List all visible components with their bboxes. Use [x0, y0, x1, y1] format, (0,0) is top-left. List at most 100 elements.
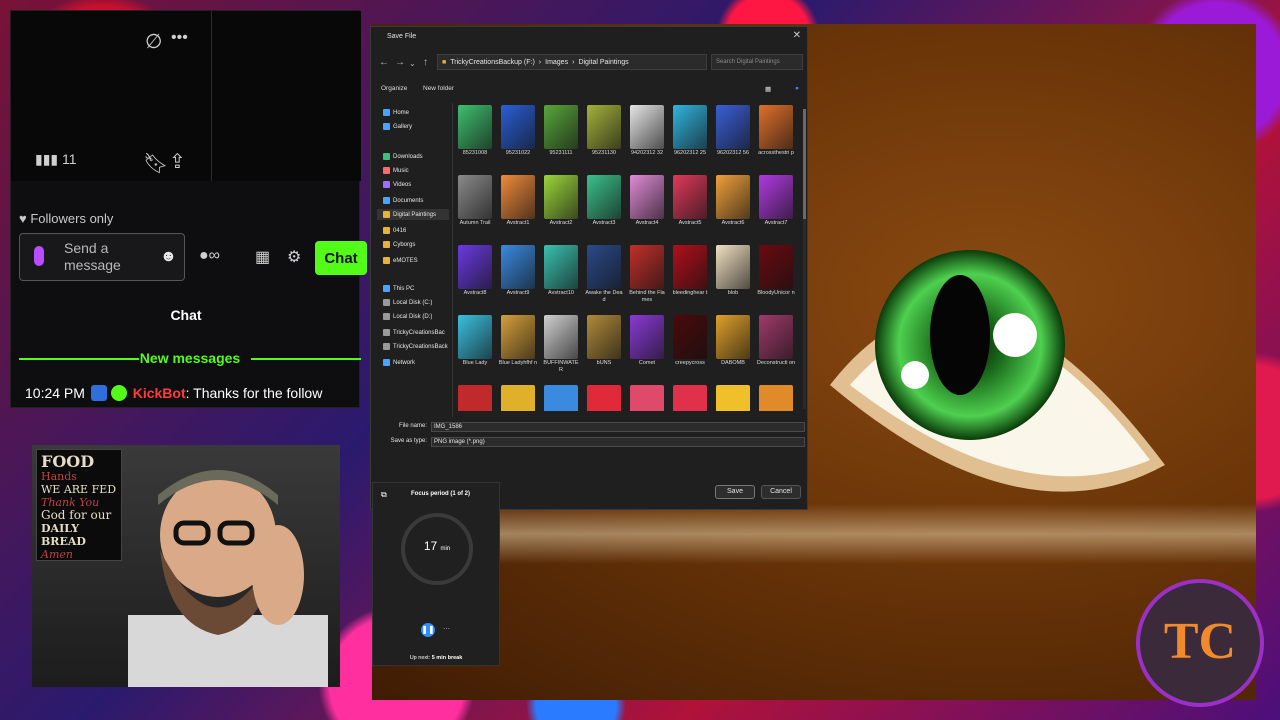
scrollbar-thumb[interactable] [803, 109, 806, 219]
sidebar-item[interactable]: Network [383, 357, 415, 368]
file-item[interactable]: Avstract6 [713, 175, 753, 227]
close-icon[interactable]: ✕ [793, 30, 801, 41]
gift-icon[interactable]: ▦ [255, 247, 270, 267]
sidebar-item[interactable]: Gallery [383, 121, 412, 132]
file-item[interactable]: 95231111 [541, 105, 581, 157]
cancel-button[interactable]: Cancel [761, 485, 801, 499]
file-item[interactable]: Autumn Trail [455, 175, 495, 227]
image-thumbnail[interactable] [759, 385, 793, 411]
new-messages-label[interactable]: New messages [19, 350, 361, 366]
image-thumbnail[interactable] [630, 385, 664, 411]
file-item[interactable]: bleedinghear t [670, 245, 710, 297]
file-item[interactable]: Avstract8 [455, 245, 495, 297]
file-item[interactable]: Comet [627, 315, 667, 367]
folder-icon [383, 343, 390, 350]
sidebar-item[interactable]: Local Disk (C:) [383, 297, 432, 308]
folder-icon [383, 123, 390, 130]
file-item[interactable]: Blue Lady [455, 315, 495, 367]
file-item[interactable]: Avstract4 [627, 175, 667, 227]
dialog-title: Save File [387, 33, 417, 40]
file-item[interactable]: Avstract7 [756, 175, 796, 227]
file-item[interactable]: Avstract10 [541, 245, 581, 297]
file-item[interactable]: 95231022 [498, 105, 538, 157]
sidebar-item[interactable]: TrickyCreationsBack [383, 341, 448, 352]
file-item[interactable]: BloodyUnicor n [756, 245, 796, 297]
sidebar-item[interactable]: Local Disk (D:) [383, 311, 432, 322]
file-item[interactable]: acrossthestri p [756, 105, 796, 157]
share-icon[interactable]: ⇪ [169, 149, 186, 174]
chat-send-button[interactable]: Chat [315, 241, 367, 275]
sidebar-item[interactable]: Music [383, 165, 409, 176]
image-thumbnail[interactable] [544, 385, 578, 411]
image-thumbnail[interactable] [458, 385, 492, 411]
search-input[interactable]: Search Digital Paintings [711, 54, 803, 70]
file-item[interactable]: 95231130 [584, 105, 624, 157]
emoji-icon[interactable]: ☻ [160, 248, 177, 266]
file-item[interactable]: Avstract9 [498, 245, 538, 297]
pause-button[interactable]: ❚❚ [421, 623, 435, 637]
mic-icon[interactable] [34, 246, 44, 266]
file-item[interactable]: 96202312 56 [713, 105, 753, 157]
file-item[interactable]: Avstract2 [541, 175, 581, 227]
image-thumbnail[interactable] [587, 385, 621, 411]
sidebar-item[interactable]: Digital Paintings [377, 209, 449, 220]
folder-icon [383, 359, 390, 366]
folder-icon [383, 241, 390, 248]
slash-icon[interactable]: ∅ [145, 29, 162, 54]
scrollbar[interactable] [803, 109, 806, 409]
chevron-down-icon[interactable]: ⌄ [409, 59, 416, 68]
help-icon[interactable]: ● [795, 85, 799, 92]
bookmark-icon[interactable]: 🔖︎ [143, 151, 168, 176]
breadcrumb-images[interactable]: Images [545, 59, 568, 66]
file-name: acrossthestri p [758, 150, 794, 156]
back-icon[interactable]: ← [379, 57, 389, 68]
sidebar-item-label: Local Disk (C:) [393, 299, 433, 306]
file-item[interactable]: Avstract1 [498, 175, 538, 227]
file-item[interactable]: 85231008 [455, 105, 495, 157]
file-item[interactable]: blob [713, 245, 753, 297]
new-folder-button[interactable]: New folder [423, 85, 454, 92]
up-icon[interactable]: ↑ [423, 57, 428, 68]
file-item[interactable]: Deconstructi on [756, 315, 796, 367]
address-bar[interactable]: ■ TrickyCreationsBackup (F:) › Images › Di… [437, 54, 707, 70]
file-item[interactable]: Avstract3 [584, 175, 624, 227]
sidebar-item[interactable]: Documents [383, 195, 423, 206]
file-item[interactable]: 96202312 25 [670, 105, 710, 157]
file-item[interactable]: Behind the Flames [627, 245, 667, 303]
file-item[interactable]: 94202312 32 [627, 105, 667, 157]
save-type-select[interactable]: PNG image (*.png) [431, 437, 805, 447]
folder-icon [383, 153, 390, 160]
file-item[interactable]: bUNS [584, 315, 624, 367]
file-item[interactable]: Avstract5 [670, 175, 710, 227]
sidebar-item[interactable]: Cyborgs [383, 239, 415, 250]
sidebar-item[interactable]: This PC [383, 283, 414, 294]
file-item[interactable]: creepycross [670, 315, 710, 367]
send-message-input[interactable]: Send a message ☻ [19, 233, 185, 281]
more-icon[interactable]: ••• [171, 29, 188, 47]
sidebar-item[interactable]: Videos [383, 179, 411, 190]
view-options-icon[interactable]: ▦ [765, 85, 771, 93]
save-button[interactable]: Save [715, 485, 755, 499]
more-icon[interactable]: ⋯ [443, 625, 450, 633]
file-item[interactable]: Blue Ladyhfhf n [498, 315, 538, 367]
breadcrumb-digital-paintings[interactable]: Digital Paintings [578, 59, 628, 66]
gear-icon[interactable]: ⚙ [287, 247, 301, 267]
sidebar-item[interactable]: eMOTES [383, 255, 418, 266]
sidebar-item[interactable]: Downloads [383, 151, 423, 162]
sidebar-item[interactable]: Home [383, 107, 409, 118]
file-item[interactable]: Awake the Dead [584, 245, 624, 303]
breadcrumb-drive[interactable]: TrickyCreationsBackup (F:) [450, 59, 535, 66]
organize-menu[interactable]: Organize [381, 85, 407, 92]
sidebar-item[interactable]: 0416 [383, 225, 406, 236]
sidebar-item[interactable]: TrickyCreationsBac [383, 327, 445, 338]
sidebar-item-label: Home [393, 109, 410, 116]
file-item[interactable]: BUFFINWATE R [541, 315, 581, 373]
file-name-input[interactable]: IMG_1586 [431, 422, 805, 432]
image-thumbnail[interactable] [673, 385, 707, 411]
image-thumbnail[interactable] [716, 385, 750, 411]
emote-infinity-icon[interactable]: ●∞ [199, 247, 220, 265]
forward-icon[interactable]: → [395, 57, 405, 68]
message-username[interactable]: KickBot [133, 385, 186, 401]
file-item[interactable]: DABOMB [713, 315, 753, 367]
image-thumbnail[interactable] [501, 385, 535, 411]
